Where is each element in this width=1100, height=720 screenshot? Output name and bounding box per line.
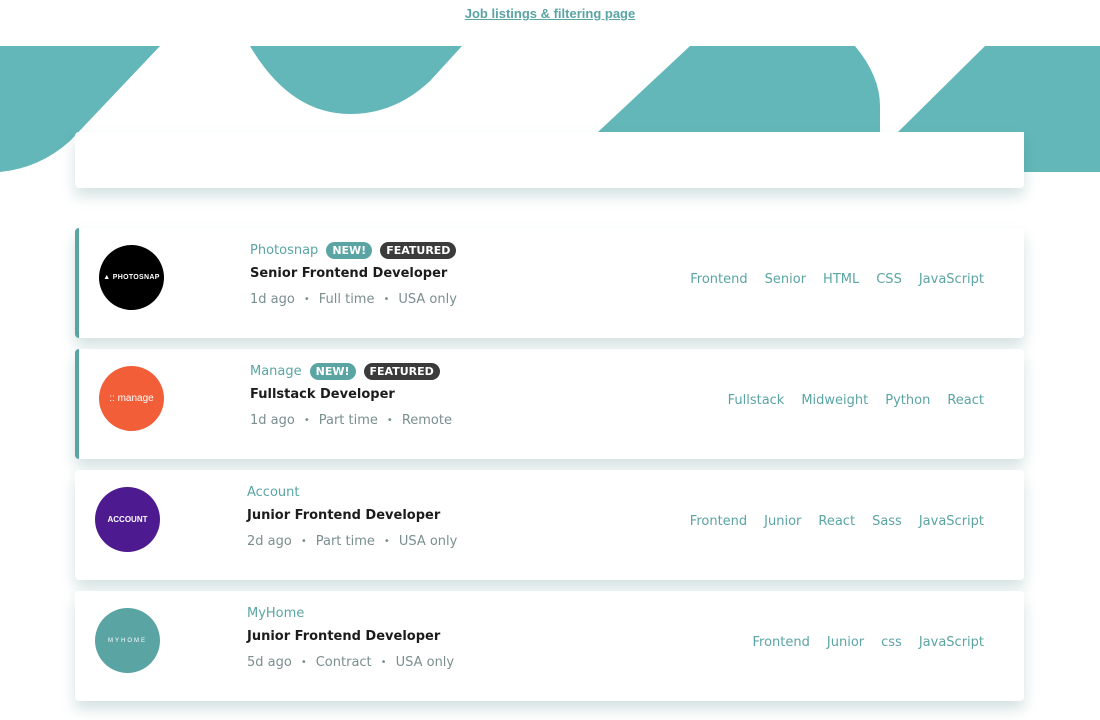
company-logo: :: manage <box>99 366 164 431</box>
company-logo: ACCOUNT <box>95 487 160 552</box>
job-meta: 5d ago • Contract • USA only <box>247 655 454 670</box>
tag-list: Frontend Senior HTML CSS JavaScript <box>673 272 984 287</box>
job-info: Account Junior Frontend Developer 2d ago… <box>247 482 457 550</box>
contract-type: Part time <box>318 413 378 428</box>
company-name: Photosnap <box>250 242 319 258</box>
posted-at: 5d ago <box>247 655 292 670</box>
tag-junior[interactable]: Junior <box>827 635 864 650</box>
tag-html[interactable]: HTML <box>823 272 859 287</box>
tag-list: Frontend Junior React Sass JavaScript <box>673 514 984 529</box>
featured-badge: FEATURED <box>363 362 440 380</box>
separator: • <box>300 536 307 547</box>
company-name: Account <box>247 484 300 500</box>
posted-at: 1d ago <box>250 292 295 307</box>
posted-at: 2d ago <box>247 534 292 549</box>
job-meta: 1d ago • Full time • USA only <box>250 292 464 307</box>
tag-senior[interactable]: Senior <box>765 272 806 287</box>
separator: • <box>386 415 393 426</box>
job-location: Remote <box>401 413 452 428</box>
separator: • <box>383 294 390 305</box>
tag-list: Fullstack Midweight Python React <box>711 393 984 408</box>
tag-list: Frontend Junior css JavaScript <box>736 635 984 650</box>
job-position[interactable]: Junior Frontend Developer <box>247 508 457 526</box>
contract-type: Part time <box>315 534 375 549</box>
job-card[interactable]: :: manage Manage NEW! FEATURED Fullstack… <box>75 349 1024 459</box>
tag-javascript[interactable]: JavaScript <box>919 514 984 529</box>
separator: • <box>300 657 307 668</box>
tag-react[interactable]: React <box>947 393 984 408</box>
logo-text: ACCOUNT <box>107 515 148 524</box>
featured-badge: FEATURED <box>380 241 457 259</box>
tag-python[interactable]: Python <box>885 393 930 408</box>
company-logo: ▲ PHOTOSNAP <box>99 245 164 310</box>
tag-fullstack[interactable]: Fullstack <box>728 393 785 408</box>
job-meta: 2d ago • Part time • USA only <box>247 534 457 549</box>
job-info: Photosnap NEW! FEATURED Senior Frontend … <box>250 240 464 307</box>
company-name: Manage <box>250 363 302 379</box>
separator: • <box>380 657 387 668</box>
posted-at: 1d ago <box>250 413 295 428</box>
logo-text: ▲ PHOTOSNAP <box>103 274 160 281</box>
job-position[interactable]: Fullstack Developer <box>250 387 452 405</box>
new-badge: NEW! <box>309 362 356 380</box>
logo-text: :: manage <box>109 393 154 404</box>
tag-frontend[interactable]: Frontend <box>690 514 747 529</box>
tag-javascript[interactable]: JavaScript <box>919 635 984 650</box>
filter-bar[interactable] <box>75 132 1024 188</box>
tag-css[interactable]: CSS <box>876 272 902 287</box>
tag-css[interactable]: css <box>881 635 902 650</box>
tag-midweight[interactable]: Midweight <box>801 393 868 408</box>
job-position[interactable]: Senior Frontend Developer <box>250 266 464 284</box>
job-info: Manage NEW! FEATURED Fullstack Developer… <box>250 361 452 428</box>
job-card[interactable]: MYHOME MyHome Junior Frontend Developer … <box>75 591 1024 701</box>
logo-text: MYHOME <box>108 637 147 644</box>
separator: • <box>383 536 390 547</box>
contract-type: Full time <box>318 292 375 307</box>
job-card[interactable]: ▲ PHOTOSNAP Photosnap NEW! FEATURED Seni… <box>75 228 1024 338</box>
job-meta: 1d ago • Part time • Remote <box>250 413 452 428</box>
job-info: MyHome Junior Frontend Developer 5d ago … <box>247 603 454 671</box>
separator: • <box>303 415 310 426</box>
job-location: USA only <box>395 655 455 670</box>
company-logo: MYHOME <box>95 608 160 673</box>
tag-frontend[interactable]: Frontend <box>753 635 810 650</box>
contract-type: Contract <box>315 655 372 670</box>
company-name: MyHome <box>247 605 305 621</box>
separator: • <box>303 294 310 305</box>
job-position[interactable]: Junior Frontend Developer <box>247 629 454 647</box>
job-location: USA only <box>398 534 458 549</box>
tag-frontend[interactable]: Frontend <box>690 272 747 287</box>
tag-javascript[interactable]: JavaScript <box>919 272 984 287</box>
page-title-link[interactable]: Job listings & filtering page <box>0 6 1100 21</box>
tag-junior[interactable]: Junior <box>764 514 801 529</box>
new-badge: NEW! <box>326 241 373 259</box>
job-card[interactable]: ACCOUNT Account Junior Frontend Develope… <box>75 470 1024 580</box>
tag-react[interactable]: React <box>818 514 855 529</box>
job-location: USA only <box>398 292 457 307</box>
tag-sass[interactable]: Sass <box>872 514 902 529</box>
